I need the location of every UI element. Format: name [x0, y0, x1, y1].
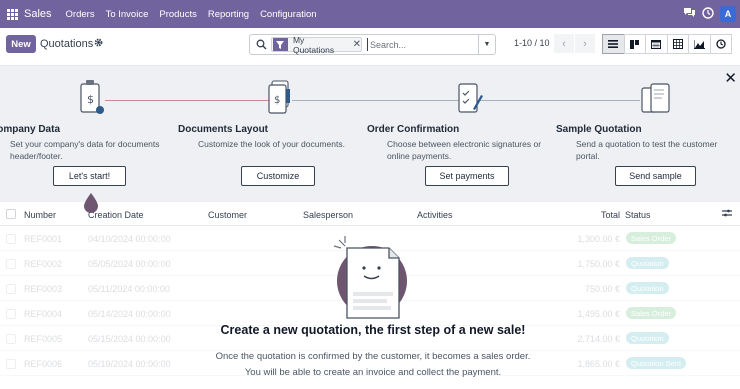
chat-icon[interactable]	[683, 7, 696, 21]
close-icon[interactable]: ✕	[724, 69, 737, 87]
row-checkbox	[6, 309, 16, 319]
view-switcher	[602, 34, 732, 54]
customize-button[interactable]: Customize	[241, 166, 315, 186]
row-date: 05/11/2024 00:00:00	[88, 284, 170, 294]
status-badge: Quotation	[626, 282, 669, 294]
row-number: REF0002	[24, 259, 63, 269]
gear-icon[interactable]	[94, 38, 103, 50]
progress-line	[480, 100, 640, 101]
pager-value[interactable]: 1-10 / 10	[514, 38, 550, 48]
drop-icon	[84, 193, 98, 216]
set-payments-button[interactable]: Set payments	[425, 166, 509, 186]
row-date: 05/05/2024 00:00:00	[88, 259, 171, 269]
row-total: 1,750.00 €	[577, 259, 620, 269]
column-header-total[interactable]: Total	[601, 210, 620, 220]
menu-reporting[interactable]: Reporting	[208, 9, 249, 20]
row-checkbox	[6, 234, 16, 244]
search-bar[interactable]: My Quotations ✕ ▼	[249, 34, 496, 55]
optional-columns-icon[interactable]	[722, 208, 732, 220]
apps-grid-icon[interactable]	[0, 0, 24, 28]
onboarding-panel: $ Company Data Set your company's data f…	[0, 66, 740, 202]
svg-text:$: $	[274, 95, 280, 106]
close-icon[interactable]: ✕	[353, 39, 361, 50]
step-description: Choose between electronic signatures or …	[387, 139, 542, 161]
documents-layout-icon: $	[266, 79, 294, 122]
chevron-down-icon[interactable]: ▼	[478, 35, 495, 54]
menu-to-invoice[interactable]: To Invoice	[106, 9, 149, 20]
filter-facet[interactable]: My Quotations ✕	[271, 34, 362, 55]
row-number: REF0001	[24, 234, 63, 244]
company-data-icon: $	[79, 80, 107, 123]
row-total: 1,300.00 €	[577, 234, 620, 244]
lets-start-button[interactable]: Let's start!	[53, 166, 126, 186]
svg-text:$: $	[87, 93, 94, 106]
page-title: Quotations	[40, 38, 94, 50]
filter-icon	[273, 38, 288, 51]
chevron-left-icon[interactable]: ‹	[554, 34, 574, 53]
pivot-view-icon[interactable]	[666, 34, 689, 54]
new-button[interactable]: New	[6, 35, 36, 53]
status-badge: Sales Order	[626, 232, 677, 244]
empty-state-text: Once the quotation is confirmed by the c…	[215, 351, 531, 362]
activity-view-icon[interactable]	[709, 34, 732, 54]
send-sample-button[interactable]: Send sample	[615, 166, 696, 186]
empty-state-title: Create a new quotation, the first step o…	[220, 323, 526, 337]
list-view-icon[interactable]	[602, 34, 625, 54]
top-navbar: Sales Orders To Invoice Products Reporti…	[0, 0, 740, 28]
row-checkbox	[6, 284, 16, 294]
list-header: Number Creation Date Customer Salesperso…	[0, 202, 740, 226]
column-header-customer[interactable]: Customer	[208, 210, 247, 220]
filter-facet-label: My Quotations	[292, 34, 335, 55]
menu-products[interactable]: Products	[159, 9, 197, 20]
row-date: 05/14/2024 00:00:00	[88, 309, 171, 319]
step-title: Sample Quotation	[556, 124, 642, 135]
column-header-salesperson[interactable]: Salesperson	[303, 210, 353, 220]
user-avatar[interactable]: A	[720, 6, 736, 22]
step-title: Company Data	[0, 124, 61, 135]
status-badge: Sales Order	[626, 307, 677, 319]
empty-state-text: You will be able to create an invoice an…	[244, 367, 502, 378]
progress-line	[292, 100, 464, 101]
sample-quotation-icon	[639, 80, 673, 123]
graph-view-icon[interactable]	[688, 34, 711, 54]
step-title: Order Confirmation	[367, 124, 460, 135]
empty-document-icon	[331, 234, 413, 323]
clock-icon[interactable]	[702, 6, 714, 22]
search-input[interactable]	[367, 38, 472, 51]
row-checkbox	[6, 259, 16, 269]
step-description: Set your company's data for documents he…	[10, 139, 160, 161]
search-icon[interactable]	[256, 39, 267, 53]
row-number: REF0003	[24, 284, 63, 294]
step-title: Documents Layout	[178, 124, 269, 135]
order-confirmation-icon	[455, 79, 485, 122]
step-description: Customize the look of your documents.	[198, 139, 345, 149]
status-badge: Quotation	[626, 257, 669, 269]
calendar-view-icon[interactable]	[645, 34, 668, 54]
column-header-status[interactable]: Status	[625, 210, 651, 220]
row-number: REF0004	[24, 309, 63, 319]
column-header-number[interactable]: Number	[24, 210, 56, 220]
menu-configuration[interactable]: Configuration	[260, 9, 317, 20]
control-panel: New Quotations My Quotations ✕ ▼ 1-10 / …	[0, 28, 740, 66]
kanban-view-icon[interactable]	[623, 34, 646, 54]
chevron-right-icon[interactable]: ›	[575, 34, 595, 53]
row-total: 750.00 €	[584, 284, 620, 294]
row-date: 04/10/2024 00:00:00	[88, 234, 171, 244]
row-total: 1,495.00 €	[577, 309, 620, 319]
column-header-activities[interactable]: Activities	[417, 210, 453, 220]
app-name[interactable]: Sales	[24, 8, 52, 20]
progress-line	[105, 100, 275, 101]
step-description: Send a quotation to test the customer po…	[576, 139, 718, 161]
menu-orders[interactable]: Orders	[66, 9, 95, 20]
select-all-checkbox[interactable]	[6, 209, 16, 219]
